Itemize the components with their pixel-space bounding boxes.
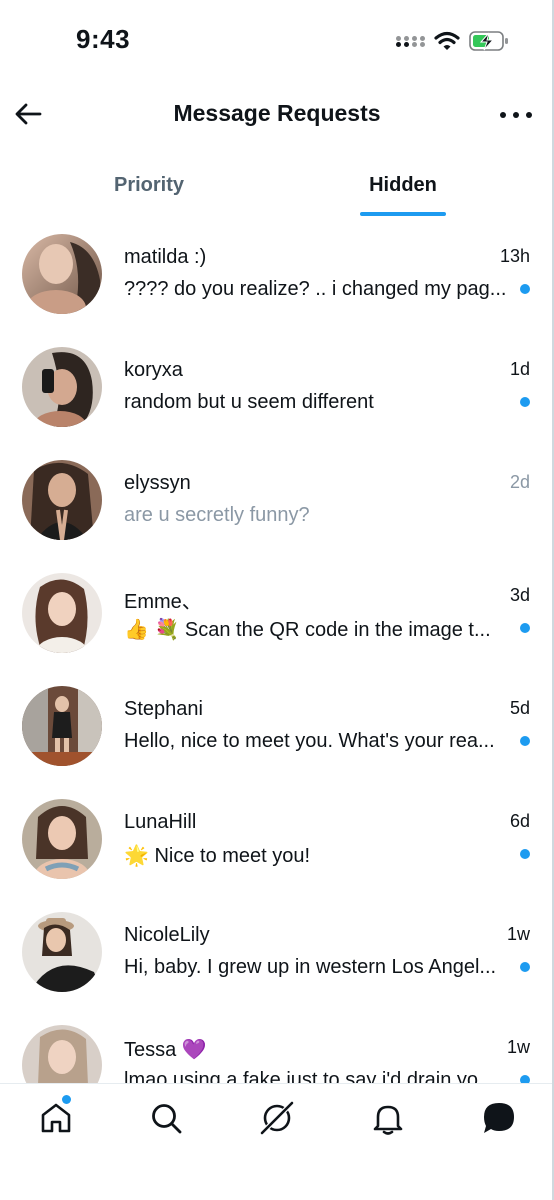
message-time: 1w xyxy=(506,1037,530,1057)
battery-charging-icon xyxy=(469,30,509,52)
conversation-row[interactable]: elyssyn 2d are u secretly funny? xyxy=(0,448,554,561)
sender-name: Stephani xyxy=(124,698,203,720)
message-time: 1d xyxy=(509,359,530,379)
chat-bubble-icon xyxy=(484,1103,514,1133)
sender-name: NicoleLily xyxy=(124,924,210,946)
message-preview: 🌟 Nice to meet you! xyxy=(124,845,311,867)
avatar xyxy=(22,234,102,314)
message-time: 3d xyxy=(509,585,530,605)
sender-name: Emme、 xyxy=(124,591,202,613)
conversation-row[interactable]: Emme、 3d 👍 💐 Scan the QR code in the ima… xyxy=(0,561,554,674)
conversation-row[interactable]: LunaHill 6d 🌟 Nice to meet you! xyxy=(0,787,554,900)
home-notification-dot xyxy=(62,1095,71,1104)
message-preview: Hello, nice to meet you. What's your rea… xyxy=(124,730,495,752)
message-time: 5d xyxy=(509,698,530,718)
wifi-icon xyxy=(434,30,460,52)
unread-indicator xyxy=(520,284,530,294)
unread-indicator xyxy=(520,849,530,859)
message-preview: 👍 💐 Scan the QR code in the image t... xyxy=(124,619,491,641)
notifications-tab[interactable] xyxy=(368,1098,408,1138)
status-time: 9:43 xyxy=(76,24,131,54)
unread-indicator xyxy=(520,397,530,407)
search-icon xyxy=(152,1104,182,1134)
tab-label: Hidden xyxy=(369,174,437,196)
active-tab-indicator xyxy=(360,212,446,216)
home-icon xyxy=(41,1103,71,1133)
sender-name: elyssyn xyxy=(124,472,191,494)
unread-indicator xyxy=(520,736,530,746)
cellular-signal-icon xyxy=(396,36,426,50)
avatar xyxy=(22,912,102,992)
more-horizontal-icon xyxy=(500,112,506,118)
status-bar: 9:43 xyxy=(0,0,554,80)
tab-label: Priority xyxy=(113,174,185,196)
avatar xyxy=(22,686,102,766)
avatar xyxy=(22,460,102,540)
tab-priority[interactable]: Priority xyxy=(0,160,298,218)
conversation-row[interactable]: koryxa 1d random but u seem different xyxy=(0,335,554,448)
message-time: 6d xyxy=(509,811,530,831)
avatar xyxy=(22,573,102,653)
message-preview: lmao using a fake just to say i'd drain … xyxy=(124,1069,495,1084)
tab-bar: Priority Hidden xyxy=(0,160,554,218)
home-tab[interactable] xyxy=(36,1098,76,1138)
sender-name: koryxa xyxy=(124,359,183,381)
conversation-row[interactable]: Stephani 5d Hello, nice to meet you. Wha… xyxy=(0,674,554,787)
sender-name: matilda :) xyxy=(124,246,207,268)
avatar xyxy=(22,1025,102,1084)
conversation-row[interactable]: NicoleLily 1w Hi, baby. I grew up in wes… xyxy=(0,900,554,1013)
tab-hidden[interactable]: Hidden xyxy=(276,160,530,218)
conversation-row[interactable]: matilda :) 13h ???? do you realize? .. i… xyxy=(0,222,554,335)
message-preview: are u secretly funny? xyxy=(124,504,310,526)
unread-indicator xyxy=(520,962,530,972)
avatar xyxy=(22,799,102,879)
sender-name: Tessa 💜 xyxy=(124,1039,207,1061)
message-preview: Hi, baby. I grew up in western Los Angel… xyxy=(124,956,497,978)
conversation-row[interactable]: Tessa 💜 1w lmao using a fake just to say… xyxy=(0,1013,554,1084)
bell-icon xyxy=(373,1105,403,1135)
grok-icon xyxy=(259,1100,295,1136)
page-title: Message Requests xyxy=(173,100,381,126)
header: Message Requests xyxy=(0,80,554,150)
messages-tab[interactable] xyxy=(479,1098,519,1138)
grok-tab[interactable] xyxy=(257,1098,297,1138)
sender-name: LunaHill xyxy=(124,811,197,833)
message-preview: random but u seem different xyxy=(124,391,374,413)
search-tab[interactable] xyxy=(146,1098,186,1138)
message-time: 13h xyxy=(499,246,530,266)
unread-indicator xyxy=(520,623,530,633)
message-time: 2d xyxy=(509,472,530,492)
message-time: 1w xyxy=(506,924,530,944)
avatar xyxy=(22,347,102,427)
more-options-button[interactable] xyxy=(500,102,532,128)
message-preview: ???? do you realize? .. i changed my pag… xyxy=(124,278,507,300)
message-request-list: matilda :) 13h ???? do you realize? .. i… xyxy=(0,222,554,1084)
bottom-navigation xyxy=(0,1083,554,1200)
